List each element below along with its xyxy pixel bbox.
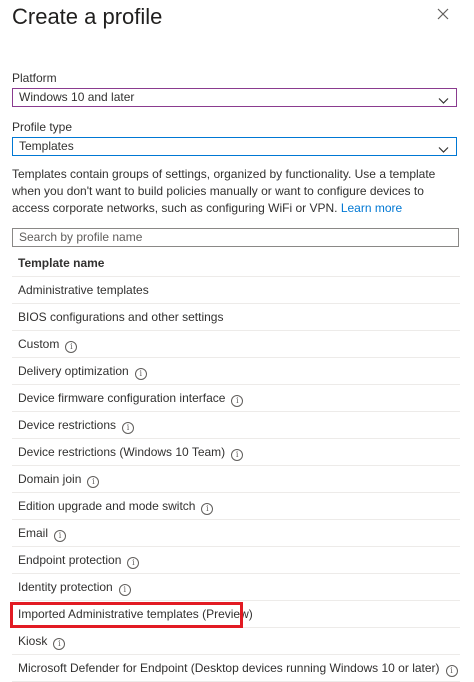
profile-type-value: Templates (19, 139, 74, 153)
template-name: Delivery optimization (18, 364, 129, 378)
template-name: Administrative templates (18, 283, 149, 297)
table-row[interactable]: Device restrictions i (12, 412, 460, 439)
template-name: Edition upgrade and mode switch (18, 499, 196, 513)
table-row[interactable]: Email i (12, 520, 460, 547)
profile-type-dropdown[interactable]: Templates (12, 137, 457, 156)
template-name: Endpoint protection (18, 553, 122, 567)
template-name: Custom (18, 337, 60, 351)
info-icon[interactable]: i (127, 557, 140, 569)
template-name: Domain join (18, 472, 82, 486)
info-icon[interactable]: i (65, 341, 78, 353)
info-icon[interactable]: i (134, 368, 147, 380)
template-name: Microsoft Defender for Endpoint (Desktop… (18, 661, 440, 675)
table-row[interactable]: Administrative templates (12, 277, 460, 304)
info-icon[interactable]: i (201, 503, 214, 515)
search-input[interactable]: Search by profile name (12, 228, 459, 247)
page-title: Create a profile (12, 4, 163, 29)
table-row[interactable]: Kiosk i (12, 628, 460, 655)
template-name: Kiosk (18, 634, 48, 648)
template-name: Email (18, 526, 49, 540)
template-name: Imported Administrative templates (Previ… (18, 607, 253, 621)
table-row[interactable]: Domain join i (12, 466, 460, 493)
chevron-down-icon (438, 93, 449, 104)
table-row[interactable]: Device restrictions (Windows 10 Team) i (12, 439, 460, 466)
table-row[interactable]: Edition upgrade and mode switch i (12, 493, 460, 520)
info-icon[interactable]: i (445, 665, 458, 677)
table-row[interactable]: Microsoft Defender for Endpoint (Desktop… (12, 655, 460, 682)
table-row[interactable]: Identity protection i (12, 574, 460, 601)
template-name: BIOS configurations and other settings (18, 310, 224, 324)
template-name: Device restrictions (18, 418, 117, 432)
template-name: Device restrictions (Windows 10 Team) (18, 445, 226, 459)
info-icon[interactable]: i (54, 530, 67, 542)
platform-label: Platform (12, 71, 57, 85)
column-header-template-name: Template name (12, 250, 460, 277)
table-row[interactable]: Delivery optimization i (12, 358, 460, 385)
profile-type-label: Profile type (12, 120, 73, 134)
info-icon[interactable]: i (118, 584, 131, 596)
info-icon[interactable]: i (231, 449, 244, 461)
template-name: Device firmware configuration interface (18, 391, 226, 405)
platform-dropdown[interactable]: Windows 10 and later (12, 88, 457, 107)
table-row[interactable]: Endpoint protection i (12, 547, 460, 574)
templates-table: Template name Administrative templates BI… (12, 250, 460, 682)
close-icon[interactable] (437, 8, 449, 20)
platform-value: Windows 10 and later (19, 90, 135, 104)
table-row[interactable]: BIOS configurations and other settings (12, 304, 460, 331)
chevron-down-icon (438, 142, 449, 153)
table-row[interactable]: Device firmware configuration interface i (12, 385, 460, 412)
table-row[interactable]: Imported Administrative templates (Previ… (12, 601, 460, 628)
description: Templates contain groups of settings, or… (12, 166, 462, 217)
template-list: Administrative templates BIOS configurati… (12, 277, 460, 682)
info-icon[interactable]: i (53, 638, 66, 650)
info-icon[interactable]: i (87, 476, 100, 488)
table-row[interactable]: Custom i (12, 331, 460, 358)
info-icon[interactable]: i (122, 422, 135, 434)
info-icon[interactable]: i (231, 395, 244, 407)
learn-more-link[interactable]: Learn more (341, 201, 402, 215)
template-name: Identity protection (18, 580, 113, 594)
